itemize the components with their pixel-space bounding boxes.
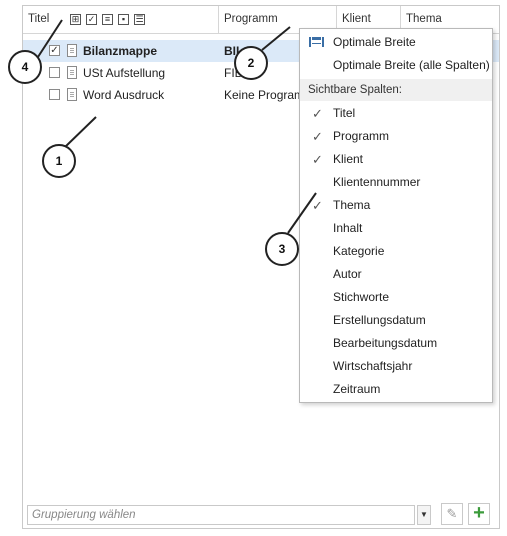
menu-item-label: Optimale Breite (alle Spalten) bbox=[333, 58, 490, 72]
row-program: Keine Program bbox=[224, 88, 304, 102]
callout-badge-4: 4 bbox=[8, 50, 42, 84]
menu-item-thema[interactable]: ✓ Thema bbox=[300, 194, 492, 217]
menu-item-label: Titel bbox=[333, 106, 356, 120]
window-icon[interactable]: ▪ bbox=[118, 14, 129, 25]
callout-badge-1: 1 bbox=[42, 144, 76, 178]
pencil-icon: ✎ bbox=[446, 506, 458, 521]
menu-item-label: Inhalt bbox=[333, 221, 363, 235]
menu-item-label: Klient bbox=[333, 152, 364, 166]
document-icon bbox=[67, 66, 77, 79]
check-icon: ✓ bbox=[312, 198, 323, 213]
menu-item-titel[interactable]: ✓ Titel bbox=[300, 102, 492, 125]
column-header-titel[interactable]: Titel bbox=[28, 6, 49, 33]
callout-badge-2: 2 bbox=[234, 46, 268, 80]
menu-item-optimal-width[interactable]: Optimale Breite bbox=[300, 31, 492, 54]
row-title: Bilanzmappe bbox=[83, 44, 158, 58]
grid-view-icon[interactable]: ⊞ bbox=[70, 14, 81, 25]
menu-item-inhalt[interactable]: Inhalt bbox=[300, 217, 492, 240]
menu-item-autor[interactable]: Autor bbox=[300, 263, 492, 286]
column-width-icon bbox=[309, 37, 324, 47]
edit-button[interactable]: ✎ bbox=[441, 503, 463, 525]
menu-item-label: Bearbeitungsdatum bbox=[333, 336, 438, 350]
check-icon: ✓ bbox=[312, 106, 323, 121]
menu-item-label: Thema bbox=[333, 198, 371, 212]
row-title: Word Ausdruck bbox=[83, 88, 165, 102]
menu-item-stichworte[interactable]: Stichworte bbox=[300, 286, 492, 309]
check-icon: ✓ bbox=[312, 129, 323, 144]
menu-item-bearbeitungsdatum[interactable]: Bearbeitungsdatum bbox=[300, 332, 492, 355]
grouping-placeholder: Gruppierung wählen bbox=[32, 509, 136, 521]
menu-item-label: Kategorie bbox=[333, 244, 385, 258]
menu-item-klientennummer[interactable]: Klientennummer bbox=[300, 171, 492, 194]
visible-columns-header: Sichtbare Spalten: bbox=[300, 79, 492, 101]
menu-item-label: Programm bbox=[333, 129, 390, 143]
row-title: USt Aufstellung bbox=[83, 66, 166, 80]
menu-item-label: Zeitraum bbox=[333, 382, 381, 396]
menu-item-kategorie[interactable]: Kategorie bbox=[300, 240, 492, 263]
copy-icon[interactable]: ≡ bbox=[102, 14, 113, 25]
menu-item-label: Optimale Breite bbox=[333, 35, 416, 49]
column-context-menu: Optimale Breite Optimale Breite (alle Sp… bbox=[299, 28, 493, 403]
document-icon bbox=[67, 44, 77, 57]
check-icon: ✓ bbox=[312, 152, 323, 167]
column-header-programm[interactable]: Programm bbox=[224, 6, 278, 33]
column-divider bbox=[218, 6, 219, 33]
callout-badge-3: 3 bbox=[265, 232, 299, 266]
check-all-icon[interactable]: ✓ bbox=[86, 14, 97, 25]
plus-icon: + bbox=[473, 502, 485, 524]
document-icon bbox=[67, 88, 77, 101]
section-header-label: Sichtbare Spalten: bbox=[308, 84, 402, 96]
menu-item-wirtschaftsjahr[interactable]: Wirtschaftsjahr bbox=[300, 355, 492, 378]
grouping-dropdown-button[interactable]: ▼ bbox=[417, 505, 431, 525]
menu-item-erstellungsdatum[interactable]: Erstellungsdatum bbox=[300, 309, 492, 332]
add-button[interactable]: + bbox=[468, 503, 490, 525]
grouping-select[interactable]: Gruppierung wählen bbox=[27, 505, 415, 525]
menu-item-programm[interactable]: ✓ Programm bbox=[300, 125, 492, 148]
row-checkbox[interactable]: ✓ bbox=[49, 45, 60, 56]
row-checkbox[interactable] bbox=[49, 67, 60, 78]
menu-item-label: Klientennummer bbox=[333, 175, 421, 189]
menu-item-label: Erstellungsdatum bbox=[333, 313, 426, 327]
menu-item-klient[interactable]: ✓ Klient bbox=[300, 148, 492, 171]
menu-item-optimal-width-all[interactable]: Optimale Breite (alle Spalten) bbox=[300, 54, 492, 77]
menu-item-zeitraum[interactable]: Zeitraum bbox=[300, 378, 492, 401]
menu-item-label: Autor bbox=[333, 267, 362, 281]
menu-item-label: Wirtschaftsjahr bbox=[333, 359, 413, 373]
list-settings-icon[interactable]: ☰ bbox=[134, 14, 145, 25]
menu-item-label: Stichworte bbox=[333, 290, 390, 304]
row-checkbox[interactable] bbox=[49, 89, 60, 100]
